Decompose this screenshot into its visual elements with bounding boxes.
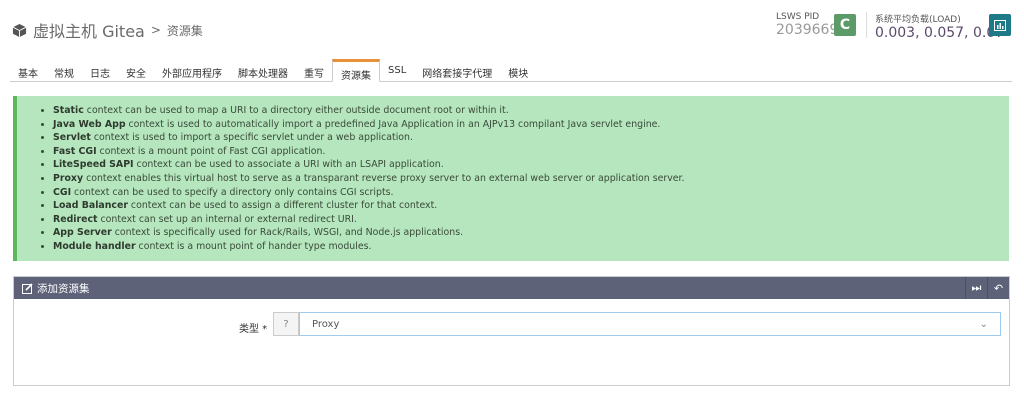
cube-icon [12, 23, 27, 38]
edit-icon [22, 283, 33, 294]
tab-3[interactable]: 安全 [118, 60, 154, 81]
context-description: context enables this virtual host to ser… [83, 173, 684, 184]
context-description: context can be used to associate a URI w… [134, 159, 444, 170]
help-icon[interactable]: ? [273, 312, 299, 336]
panel-title: 添加资源集 [37, 281, 90, 296]
info-item: App Server context is specifically used … [53, 226, 1009, 240]
tab-8[interactable]: SSL [380, 60, 414, 81]
info-item: Java Web App context is used to automati… [53, 118, 1009, 132]
info-item: Fast CGI context is a mount point of Fas… [53, 145, 1009, 159]
info-item: Redirect context can set up an internal … [53, 213, 1009, 227]
chevron-down-icon: ⌄ [980, 319, 988, 329]
tab-1[interactable]: 常规 [46, 60, 82, 81]
breadcrumb-separator: > [151, 23, 161, 37]
context-type-name: Servlet [53, 132, 91, 143]
tab-7[interactable]: 资源集 [332, 59, 380, 82]
context-type-name: LiteSpeed SAPI [53, 159, 134, 170]
bar-chart-icon [994, 20, 1006, 31]
tab-bar: 基本常规日志安全外部应用程序脚本处理器重写资源集SSL网络套接字代理模块 [10, 60, 1012, 82]
context-description: context is used to automatically import … [126, 119, 661, 130]
next-button[interactable]: ⏭ [965, 277, 987, 299]
context-description: context is a mount point of Fast CGI app… [97, 146, 326, 157]
context-type-name: Redirect [53, 214, 98, 225]
context-type-name: App Server [53, 227, 112, 238]
type-select[interactable]: Proxy ⌄ [299, 312, 1001, 336]
context-description: context is used to import a specific ser… [91, 132, 413, 143]
type-select-value: Proxy [312, 319, 339, 329]
context-type-name: Static [53, 105, 84, 116]
skip-next-icon: ⏭ [972, 281, 982, 295]
tab-10[interactable]: 模块 [500, 60, 536, 81]
system-load: 系统平均负载(LOAD) 0.003, 0.057, 0.07 [875, 12, 1004, 41]
panel-header: 添加资源集 ⏭ ↶ [14, 277, 1009, 299]
info-item: LiteSpeed SAPI context can be used to as… [53, 158, 1009, 172]
refresh-icon: C [840, 17, 850, 33]
context-info-box: Static context can be used to map a URI … [13, 96, 1009, 261]
lsws-pid: LSWS PID 2039669 [776, 12, 838, 38]
pid-label: LSWS PID [776, 12, 838, 22]
info-item: Load Balancer context can be used to ass… [53, 199, 1009, 213]
chart-button[interactable] [989, 14, 1011, 36]
type-label: 类型 * [239, 320, 267, 335]
tab-5[interactable]: 脚本处理器 [230, 60, 296, 81]
tab-9[interactable]: 网络套接字代理 [414, 60, 500, 81]
info-item: Proxy context enables this virtual host … [53, 172, 1009, 186]
breadcrumb-current: 资源集 [167, 22, 203, 39]
load-value: 0.003, 0.057, 0.07 [875, 25, 1004, 41]
info-item: Module handler context is a mount point … [53, 240, 1009, 254]
restart-button[interactable]: C [834, 14, 856, 36]
context-type-name: Java Web App [53, 119, 126, 130]
tab-0[interactable]: 基本 [10, 60, 46, 81]
context-type-name: Proxy [53, 173, 83, 184]
undo-icon: ↶ [994, 282, 1003, 295]
context-description: context is a mount point of hander type … [136, 241, 372, 252]
tab-6[interactable]: 重写 [296, 60, 332, 81]
add-context-panel: 添加资源集 ⏭ ↶ 类型 * ? Proxy ⌄ [13, 276, 1010, 386]
tab-4[interactable]: 外部应用程序 [154, 60, 230, 81]
context-type-name: Module handler [53, 241, 136, 252]
context-description: context is specifically used for Rack/Ra… [112, 227, 463, 238]
context-description: context can be used to assign a differen… [128, 200, 437, 211]
context-type-name: CGI [53, 187, 71, 198]
context-type-name: Load Balancer [53, 200, 128, 211]
context-description: context can be used to specify a directo… [71, 187, 393, 198]
info-item: Static context can be used to map a URI … [53, 104, 1009, 118]
info-item: Servlet context is used to import a spec… [53, 131, 1009, 145]
load-label: 系统平均负载(LOAD) [875, 12, 1004, 25]
pid-value: 2039669 [776, 22, 838, 38]
back-button[interactable]: ↶ [987, 277, 1009, 299]
tab-2[interactable]: 日志 [82, 60, 118, 81]
vhost-title: 虚拟主机 Gitea [33, 18, 145, 42]
info-item: CGI context can be used to specify a dir… [53, 186, 1009, 200]
page-title: 虚拟主机 Gitea > 资源集 [12, 18, 203, 42]
context-type-name: Fast CGI [53, 146, 97, 157]
context-description: context can set up an internal or extern… [98, 214, 357, 225]
context-description: context can be used to map a URI to a di… [84, 105, 509, 116]
